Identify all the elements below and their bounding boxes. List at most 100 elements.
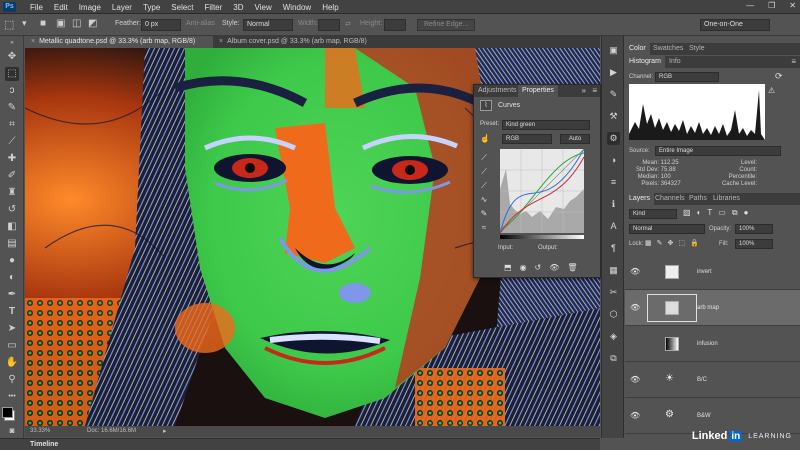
character-icon[interactable]: A	[607, 220, 620, 233]
eyedropper-tool-icon[interactable]: ⟋	[5, 135, 19, 149]
clip-to-layer-icon[interactable]: ⬒	[504, 263, 512, 272]
fill-input[interactable]: 100%	[735, 239, 773, 249]
collapse-toolbar-icon[interactable]: »	[5, 40, 19, 46]
histogram-source-select[interactable]: Entire Image	[655, 146, 781, 156]
tab-swatches[interactable]: Swatches	[649, 43, 687, 55]
rectangle-tool-icon[interactable]: ▭	[5, 339, 19, 353]
tab-histogram[interactable]: Histogram	[625, 56, 665, 68]
white-eyedropper-icon[interactable]: ⟋	[478, 179, 490, 193]
history-icon[interactable]: ▣	[607, 44, 620, 57]
filter-pixel-icon[interactable]: ▨	[683, 208, 691, 218]
anti-alias-checkbox[interactable]: Anti-alias	[186, 20, 215, 27]
minimize-button[interactable]: —	[746, 1, 754, 10]
menu-edit[interactable]: Edit	[54, 3, 68, 12]
workspace-select[interactable]: One-on-One	[700, 19, 770, 31]
menu-3d[interactable]: 3D	[233, 3, 243, 12]
opacity-input[interactable]: 100%	[735, 224, 773, 234]
filter-toggle-icon[interactable]: ●	[744, 208, 749, 218]
filter-adjustment-icon[interactable]: ◐	[697, 208, 702, 218]
lock-artboard-icon[interactable]: ⬚	[678, 239, 685, 247]
marquee-tool-icon[interactable]: ⬚	[5, 67, 19, 81]
on-image-adjust-icon[interactable]: ☝	[480, 134, 490, 143]
menu-help[interactable]: Help	[322, 3, 338, 12]
auto-button[interactable]: Auto	[560, 134, 590, 144]
hand-tool-icon[interactable]: ✋	[5, 356, 19, 370]
zoom-level[interactable]: 33.33%	[30, 428, 50, 434]
quick-mask-icon[interactable]: ◙	[5, 424, 19, 438]
subtract-selection-icon[interactable]: ◫	[72, 18, 81, 29]
delete-adjustment-icon[interactable]: 🗑	[567, 263, 577, 272]
histogram-channel-select[interactable]: RGB	[655, 72, 719, 82]
lock-all-icon[interactable]: 🔒	[690, 239, 699, 247]
menu-window[interactable]: Window	[283, 3, 311, 12]
swap-icon[interactable]: ⇄	[345, 20, 351, 28]
tab-libraries[interactable]: Libraries	[709, 193, 744, 205]
3d-icon[interactable]: ◈	[607, 330, 620, 343]
foreground-color-swatch[interactable]	[2, 407, 13, 418]
pencil-icon[interactable]: ✎	[478, 207, 490, 221]
layer-row[interactable]: infusion	[625, 326, 800, 362]
history-brush-icon[interactable]: ↺	[5, 203, 19, 217]
layer-row[interactable]: 👁 ☀ B/C	[625, 362, 800, 398]
collapse-panel-icon[interactable]: »	[582, 86, 586, 95]
layer-row[interactable]: 👁 invert	[625, 254, 800, 290]
restore-button[interactable]: ❐	[768, 1, 775, 10]
filter-type-icon[interactable]: T	[707, 208, 712, 218]
close-button[interactable]: ✕	[789, 1, 796, 10]
curves-graph[interactable]	[500, 149, 584, 233]
view-previous-icon[interactable]: ◉	[520, 263, 527, 272]
lock-transparent-icon[interactable]: ▦	[645, 239, 652, 247]
zoom-tool-icon[interactable]: ⚲	[5, 373, 19, 387]
pen-tool-icon[interactable]: ✒	[5, 288, 19, 302]
lock-image-icon[interactable]: ✎	[657, 239, 663, 247]
smooth-icon[interactable]: ≈	[478, 221, 490, 235]
intersect-selection-icon[interactable]: ◩	[88, 18, 97, 29]
status-arrow-icon[interactable]: ▸	[163, 427, 167, 435]
properties-icon[interactable]: ⚙	[607, 132, 620, 145]
brush-tool-icon[interactable]: ✐	[5, 169, 19, 183]
visibility-eye-icon[interactable]: 👁	[630, 411, 640, 420]
move-tool-icon[interactable]: ✥	[5, 50, 19, 64]
layer-mask-thumbnail[interactable]	[647, 294, 697, 322]
new-selection-icon[interactable]: ■	[40, 18, 46, 29]
height-input[interactable]	[384, 19, 406, 31]
blend-mode-select[interactable]: Normal	[629, 224, 705, 234]
dodge-tool-icon[interactable]: ◐	[5, 271, 19, 285]
menu-view[interactable]: View	[255, 3, 272, 12]
visibility-eye-icon[interactable]: 👁	[630, 267, 640, 276]
actions-play-icon[interactable]: ▶	[607, 66, 620, 79]
close-tab-icon[interactable]: ×	[219, 38, 223, 45]
visibility-eye-icon[interactable]: 👁	[630, 375, 640, 384]
menu-select[interactable]: Select	[171, 3, 193, 12]
swatches-grid-icon[interactable]: ▦	[607, 264, 620, 277]
doc-size[interactable]: Doc: 16.6M/16.6M	[87, 428, 136, 434]
clone-source-icon[interactable]: ✂	[607, 286, 620, 299]
curve-point-icon[interactable]: ∿	[478, 193, 490, 207]
tab-album-cover[interactable]: × Album cover.psd @ 33.3% (arb map, RGB/8…	[213, 36, 388, 48]
quick-select-tool-icon[interactable]: ✎	[5, 101, 19, 115]
tab-properties[interactable]: Properties	[518, 85, 558, 97]
tab-metallic-quadtone[interactable]: × Metallic quadtone.psd @ 33.3% (arb map,…	[25, 36, 213, 48]
refine-edge-button[interactable]: Refine Edge...	[417, 19, 476, 31]
layer-row[interactable]: 👁 ⚙ B&W	[625, 398, 800, 434]
tab-style[interactable]: Style	[685, 43, 709, 55]
menu-filter[interactable]: Filter	[205, 3, 223, 12]
visibility-eye-icon[interactable]: 👁	[630, 303, 640, 312]
gradient-tool-icon[interactable]: ▤	[5, 237, 19, 251]
menu-layer[interactable]: Layer	[112, 3, 132, 12]
tab-layers[interactable]: Layers	[625, 193, 655, 205]
layer-comps-icon[interactable]: ⧉	[607, 352, 620, 365]
tab-paths[interactable]: Paths	[685, 193, 711, 205]
tool-presets-icon[interactable]: ⚒	[607, 110, 620, 123]
channel-select[interactable]: RGB	[502, 134, 552, 144]
tab-color[interactable]: Color	[625, 43, 650, 55]
tab-info[interactable]: Info	[665, 56, 685, 68]
clone-stamp-tool-icon[interactable]: ♜	[5, 186, 19, 200]
menu-file[interactable]: File	[30, 3, 43, 12]
black-eyedropper-icon[interactable]: ⟋	[478, 151, 490, 165]
panel-menu-icon[interactable]: ≡	[592, 86, 597, 95]
adjustments-icon[interactable]: ◑	[607, 154, 620, 167]
dropdown-arrow-icon[interactable]: ▾	[22, 18, 27, 29]
panel-menu-icon[interactable]: ≡	[791, 57, 796, 66]
blur-tool-icon[interactable]: ●	[5, 254, 19, 268]
